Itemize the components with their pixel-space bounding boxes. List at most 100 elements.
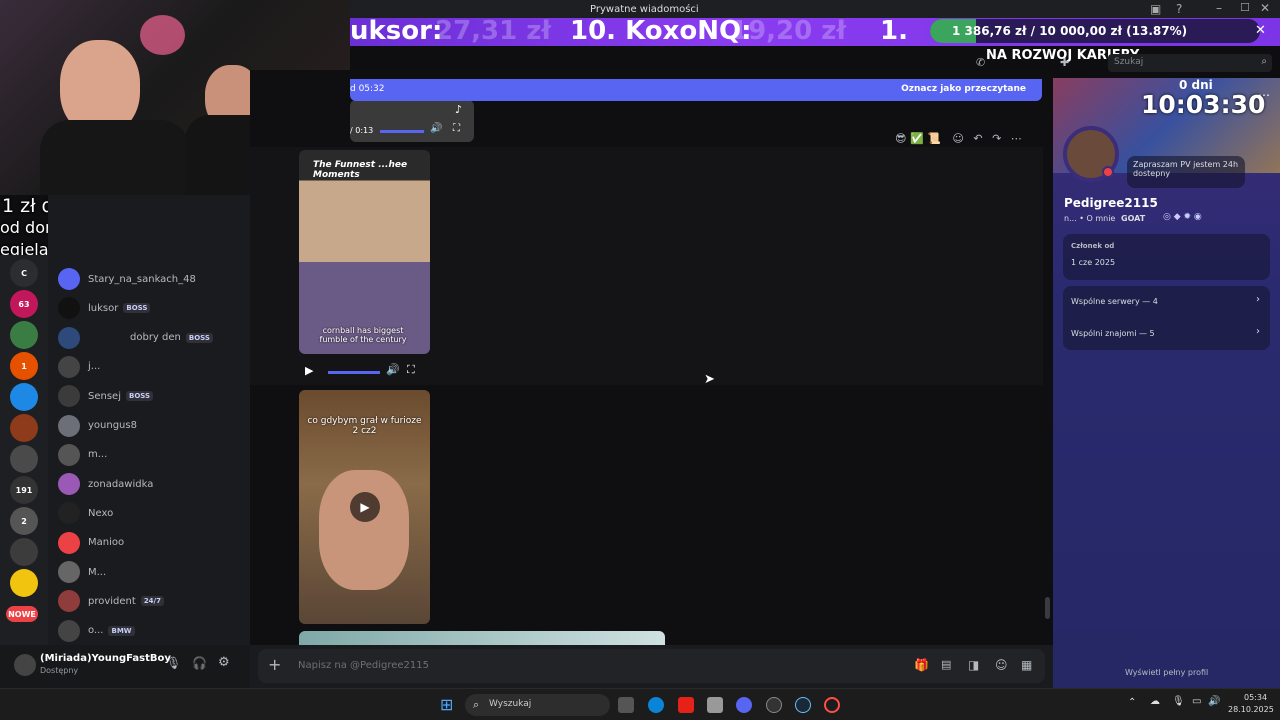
opera-icon[interactable] [824,697,840,713]
dm-list-item[interactable]: Sensej BOSS [58,383,248,409]
dm-name: Nexo [88,507,114,519]
emoji-check-icon[interactable]: ✅ [910,132,924,145]
sticker-icon[interactable]: ◨ [968,658,979,672]
dm-name: dobry den [130,332,181,344]
mouse-cursor-icon: ➤ [704,372,715,387]
forward-icon[interactable]: ↷ [992,132,1001,145]
taskbar-time[interactable]: 05:34 [1244,693,1267,702]
video-attachment-4[interactable] [299,631,665,645]
snipping-tool-icon[interactable] [707,697,723,713]
dm-name: Manioo [88,537,125,549]
dm-list-item[interactable]: dobry den BOSS [58,325,248,351]
video-2-progress[interactable] [328,371,380,374]
dm-list-item[interactable]: Manioo [58,530,248,556]
banner-close-icon[interactable]: ✕ [1255,23,1266,38]
cloud-icon[interactable]: ☁ [1150,696,1160,707]
play-icon[interactable]: ▶ [305,364,313,377]
dm-list-item[interactable]: o... BMW [58,618,248,644]
tray-chevron-icon[interactable]: ⌃ [1128,697,1136,708]
server-icon[interactable]: 191 [10,476,38,504]
server-icon[interactable] [10,445,38,473]
taskbar-date[interactable]: 28.10.2025 [1228,705,1274,714]
mutual-servers-row[interactable]: Wspólne serwery — 4 › [1063,286,1270,318]
dm-avatar [58,443,80,466]
gif-icon[interactable]: ▤ [941,658,951,671]
play-button[interactable]: ▶ [350,492,380,522]
gift-icon[interactable]: 🎁 [914,658,929,672]
headphones-icon[interactable]: 🎧 [192,656,207,670]
settings-gear-icon[interactable]: ⚙ [218,655,230,670]
view-full-profile-link[interactable]: Wyświetl pełny profil [1125,668,1208,677]
server-icon[interactable]: 63 [10,290,38,318]
user-avatar[interactable] [14,654,36,676]
video-attachment-2[interactable]: The Funnest ...hee Moments cornball has … [299,150,430,354]
add-attachment-icon[interactable]: + [268,655,281,674]
dnd-status-icon [1102,166,1114,178]
microphone-icon[interactable]: 🎙 [166,656,181,670]
dm-list-item[interactable]: M... [58,559,248,585]
dm-list-item[interactable]: provident 24/7 [58,588,248,614]
profile-more-icon[interactable]: ⋯ [1258,88,1270,102]
call-icon[interactable]: ✆ [976,56,985,69]
search-input[interactable]: Szukaj ⌕ [1108,54,1272,72]
youtube-icon[interactable] [678,697,694,713]
mutual-friends-row[interactable]: Wspólni znajomi — 5 › [1063,318,1270,350]
server-icon[interactable] [10,383,38,411]
task-view-icon[interactable] [618,697,634,713]
taskbar-search[interactable]: ⌕ Wyszukaj [465,694,610,716]
more-options-icon[interactable]: ⋯ [1011,132,1022,145]
dm-list-item[interactable]: j... [58,354,248,380]
message-input-box[interactable]: + Napisz na @Pedigree2115 🎁 ▤ ◨ ☺ ▦ [258,649,1045,683]
fullscreen-icon[interactable]: ⛶ [453,123,460,134]
add-friend-icon[interactable]: ✚ [1060,56,1069,69]
chat-scrollbar[interactable] [1045,597,1050,619]
dm-avatar [58,561,80,583]
new-messages-bar[interactable]: d 05:32 Oznacz jako przeczytane [350,79,1042,101]
add-reaction-icon[interactable]: ☺ [952,132,963,145]
discord-icon[interactable] [736,697,752,713]
inbox-icon[interactable]: ▣ [1150,2,1161,16]
fullscreen-icon[interactable]: ⛶ [407,363,415,377]
dm-list-item[interactable]: m... [58,442,248,468]
close-button[interactable]: ✕ [1260,1,1270,15]
dm-list-item[interactable]: youngus8 [58,413,248,439]
server-icon[interactable]: 2 [10,507,38,535]
edge-icon[interactable] [648,697,664,713]
dm-list: Stary_na_sankach_48 luksor BOSS dobry den BO… [48,195,250,645]
help-icon[interactable]: ? [1176,2,1182,16]
new-messages-time: d 05:32 [350,84,385,94]
video-attachment-1[interactable]: / 0:13 🔊 ⛶ ♪ [350,100,474,142]
user-name: (Miriada)YoungFastBoy [40,653,171,664]
microphone-icon[interactable]: 🎙 [1172,696,1185,707]
reply-icon[interactable]: ↶ [973,132,982,145]
network-icon[interactable]: ▭ [1192,696,1201,707]
windows-start-icon[interactable]: ⊞ [440,695,453,714]
volume-icon[interactable]: 🔊 [386,363,400,376]
server-icon[interactable] [10,321,38,349]
profile-about[interactable]: n... • O mnie [1064,214,1115,223]
server-icon[interactable] [10,414,38,442]
emoji-scroll-icon[interactable]: 📜 [927,132,941,145]
steam-icon[interactable] [795,697,811,713]
dm-name: zonadawidka [88,478,154,490]
server-icon[interactable]: NOWE [6,606,38,622]
server-icon[interactable] [10,569,38,597]
mark-read-button[interactable]: Oznacz jako przeczytane [901,84,1026,94]
emoji-icon[interactable]: ☺ [995,658,1008,672]
volume-icon[interactable]: 🔊 [1208,696,1220,707]
server-icon[interactable]: C [10,259,38,287]
server-icon[interactable] [10,538,38,566]
maximize-button[interactable]: ☐ [1240,1,1250,14]
dm-list-item[interactable]: Nexo [58,500,248,526]
video-attachment-3[interactable]: co gdybym grał w furioze 2 cz2 ▶ [299,390,430,624]
volume-icon[interactable]: 🔊 [430,123,442,134]
emoji-sunglasses-icon[interactable]: 😎 [895,132,906,145]
dm-list-item[interactable]: zonadawidka [58,471,248,497]
dm-list-item[interactable]: luksor BOSS [58,295,248,321]
dm-list-item[interactable]: Stary_na_sankach_48 [58,266,248,292]
minimize-button[interactable]: – [1216,1,1222,15]
obs-icon[interactable] [766,697,782,713]
server-icon[interactable]: 1 [10,352,38,380]
video-1-progress[interactable] [380,130,424,133]
apps-icon[interactable]: ▦ [1021,658,1032,672]
